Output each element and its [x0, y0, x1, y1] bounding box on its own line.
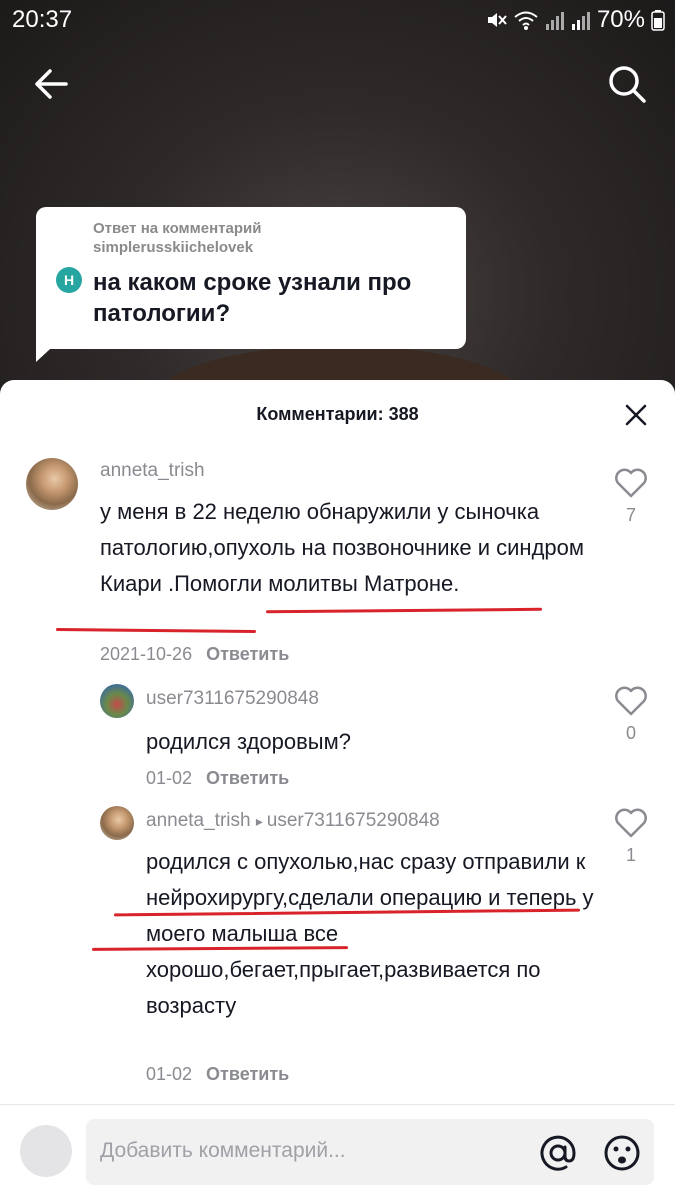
emoji-button[interactable] — [602, 1133, 642, 1173]
comment-date: 01-02 — [146, 1064, 193, 1084]
at-sign-icon — [540, 1135, 576, 1171]
comment-placeholder: Добавить комментарий... — [100, 1139, 346, 1162]
comment-input-bar: Добавить комментарий... — [0, 1104, 675, 1201]
search-button[interactable] — [605, 62, 649, 106]
comment-date: 01-02 — [146, 768, 193, 788]
like-button[interactable]: 0 — [614, 686, 648, 744]
heart-icon — [615, 686, 647, 716]
reply-button[interactable]: Ответить — [206, 644, 289, 664]
comments-sheet: Комментарии: 388 anneta_trish у меня в 2… — [0, 380, 675, 1200]
reply-button[interactable]: Ответить — [206, 768, 289, 788]
avatar[interactable] — [100, 684, 134, 718]
wifi-icon — [514, 11, 538, 30]
reply-button[interactable]: Ответить — [206, 1064, 289, 1084]
comment-input[interactable]: Добавить комментарий... — [86, 1119, 654, 1185]
reply-to-username[interactable]: user7311675290848 — [267, 810, 440, 831]
comment-date: 2021-10-26 — [100, 644, 193, 664]
comment-username[interactable]: user7311675290848 — [146, 688, 319, 710]
comment-text: у меня в 22 неделю обнаружили у сыночка … — [100, 499, 585, 596]
avatar[interactable] — [26, 458, 78, 510]
comments-title: Комментарии: 388 — [256, 404, 419, 424]
like-button[interactable]: 1 — [614, 808, 648, 866]
close-button[interactable] — [623, 402, 649, 428]
like-count: 7 — [625, 505, 636, 525]
like-button[interactable]: 7 — [614, 468, 648, 526]
emoji-icon — [604, 1135, 640, 1171]
my-avatar — [20, 1125, 72, 1177]
battery-icon — [651, 10, 665, 31]
signal-2-icon — [571, 12, 590, 30]
mention-button[interactable] — [538, 1133, 578, 1173]
avatar[interactable] — [100, 806, 134, 840]
arrow-left-icon — [35, 69, 68, 99]
signal-icon — [545, 12, 564, 30]
like-count: 0 — [625, 723, 636, 743]
red-underline — [55, 627, 257, 634]
status-time: 20:37 — [12, 6, 73, 33]
reply-to-arrow-icon: ▸ — [255, 813, 267, 829]
comment-meta: 01-02 Ответить — [146, 1064, 289, 1085]
comment-meta: 01-02 Ответить — [146, 768, 289, 789]
like-count: 1 — [625, 845, 636, 865]
reply-question: на каком сроке узнали про патологии? — [93, 269, 412, 327]
reply-sticker[interactable]: Ответ на комментарий simplerusskiichelov… — [36, 207, 466, 349]
comment-username[interactable]: anneta_trish — [100, 460, 205, 482]
comment-text: родился здоровым? — [146, 729, 351, 754]
battery-percent: 70% — [596, 6, 645, 33]
comment-meta: 2021-10-26 Ответить — [100, 644, 289, 665]
red-underline — [265, 607, 543, 614]
heart-icon — [615, 808, 647, 838]
search-icon — [609, 66, 646, 103]
comment-text: родился с опухолью,нас сразу отправили к… — [146, 849, 594, 1018]
close-icon — [625, 404, 647, 426]
reply-avatar: H — [56, 267, 82, 293]
back-button[interactable] — [30, 62, 74, 106]
comment-username[interactable]: anneta_trish ▸ user7311675290848 — [146, 810, 440, 832]
status-bar: 20:37 70% — [0, 0, 675, 40]
mute-icon — [487, 13, 507, 27]
heart-icon — [615, 468, 647, 498]
reply-header: Ответ на комментарий simplerusskiichelov… — [93, 220, 262, 256]
